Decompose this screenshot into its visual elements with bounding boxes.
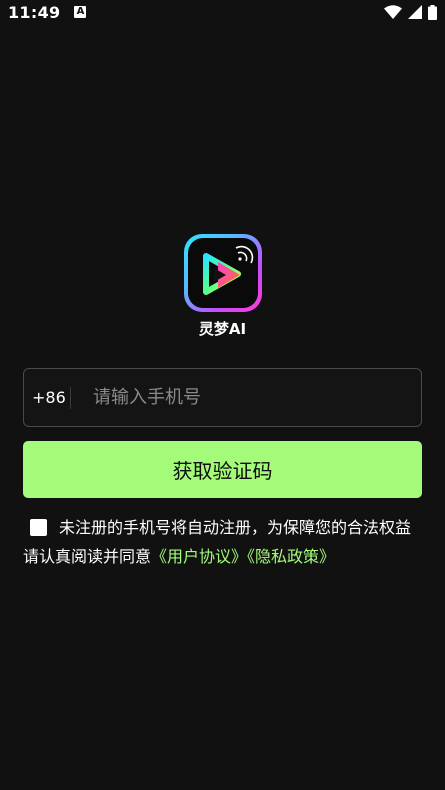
get-code-button[interactable]: 获取验证码 [23, 441, 422, 498]
app-logo [184, 234, 262, 312]
status-time: 11:49 [8, 2, 61, 22]
battery-icon [428, 4, 437, 20]
user-agreement-link[interactable]: 《用户协议》 [151, 547, 247, 566]
status-left: 11:49 A [8, 2, 87, 22]
status-right [384, 4, 437, 20]
app-name: 灵梦AI [198, 320, 247, 338]
signal-icon [408, 5, 422, 19]
wifi-icon [384, 5, 402, 19]
phone-field[interactable]: +86 [23, 368, 422, 427]
privacy-policy-link[interactable]: 《隐私政策》 [247, 547, 335, 566]
app-logo-inner [188, 238, 258, 308]
notification-icon: A [74, 6, 87, 18]
play-cast-logo-icon [203, 245, 254, 295]
country-code[interactable]: +86 [24, 388, 70, 407]
agreement-text: 未注册的手机号将自动注册，为保障您的合法权益请认真阅读并同意《用户协议》《隐私政… [23, 513, 423, 571]
status-bar: 11:49 A [0, 0, 445, 24]
phone-input[interactable] [71, 369, 421, 426]
